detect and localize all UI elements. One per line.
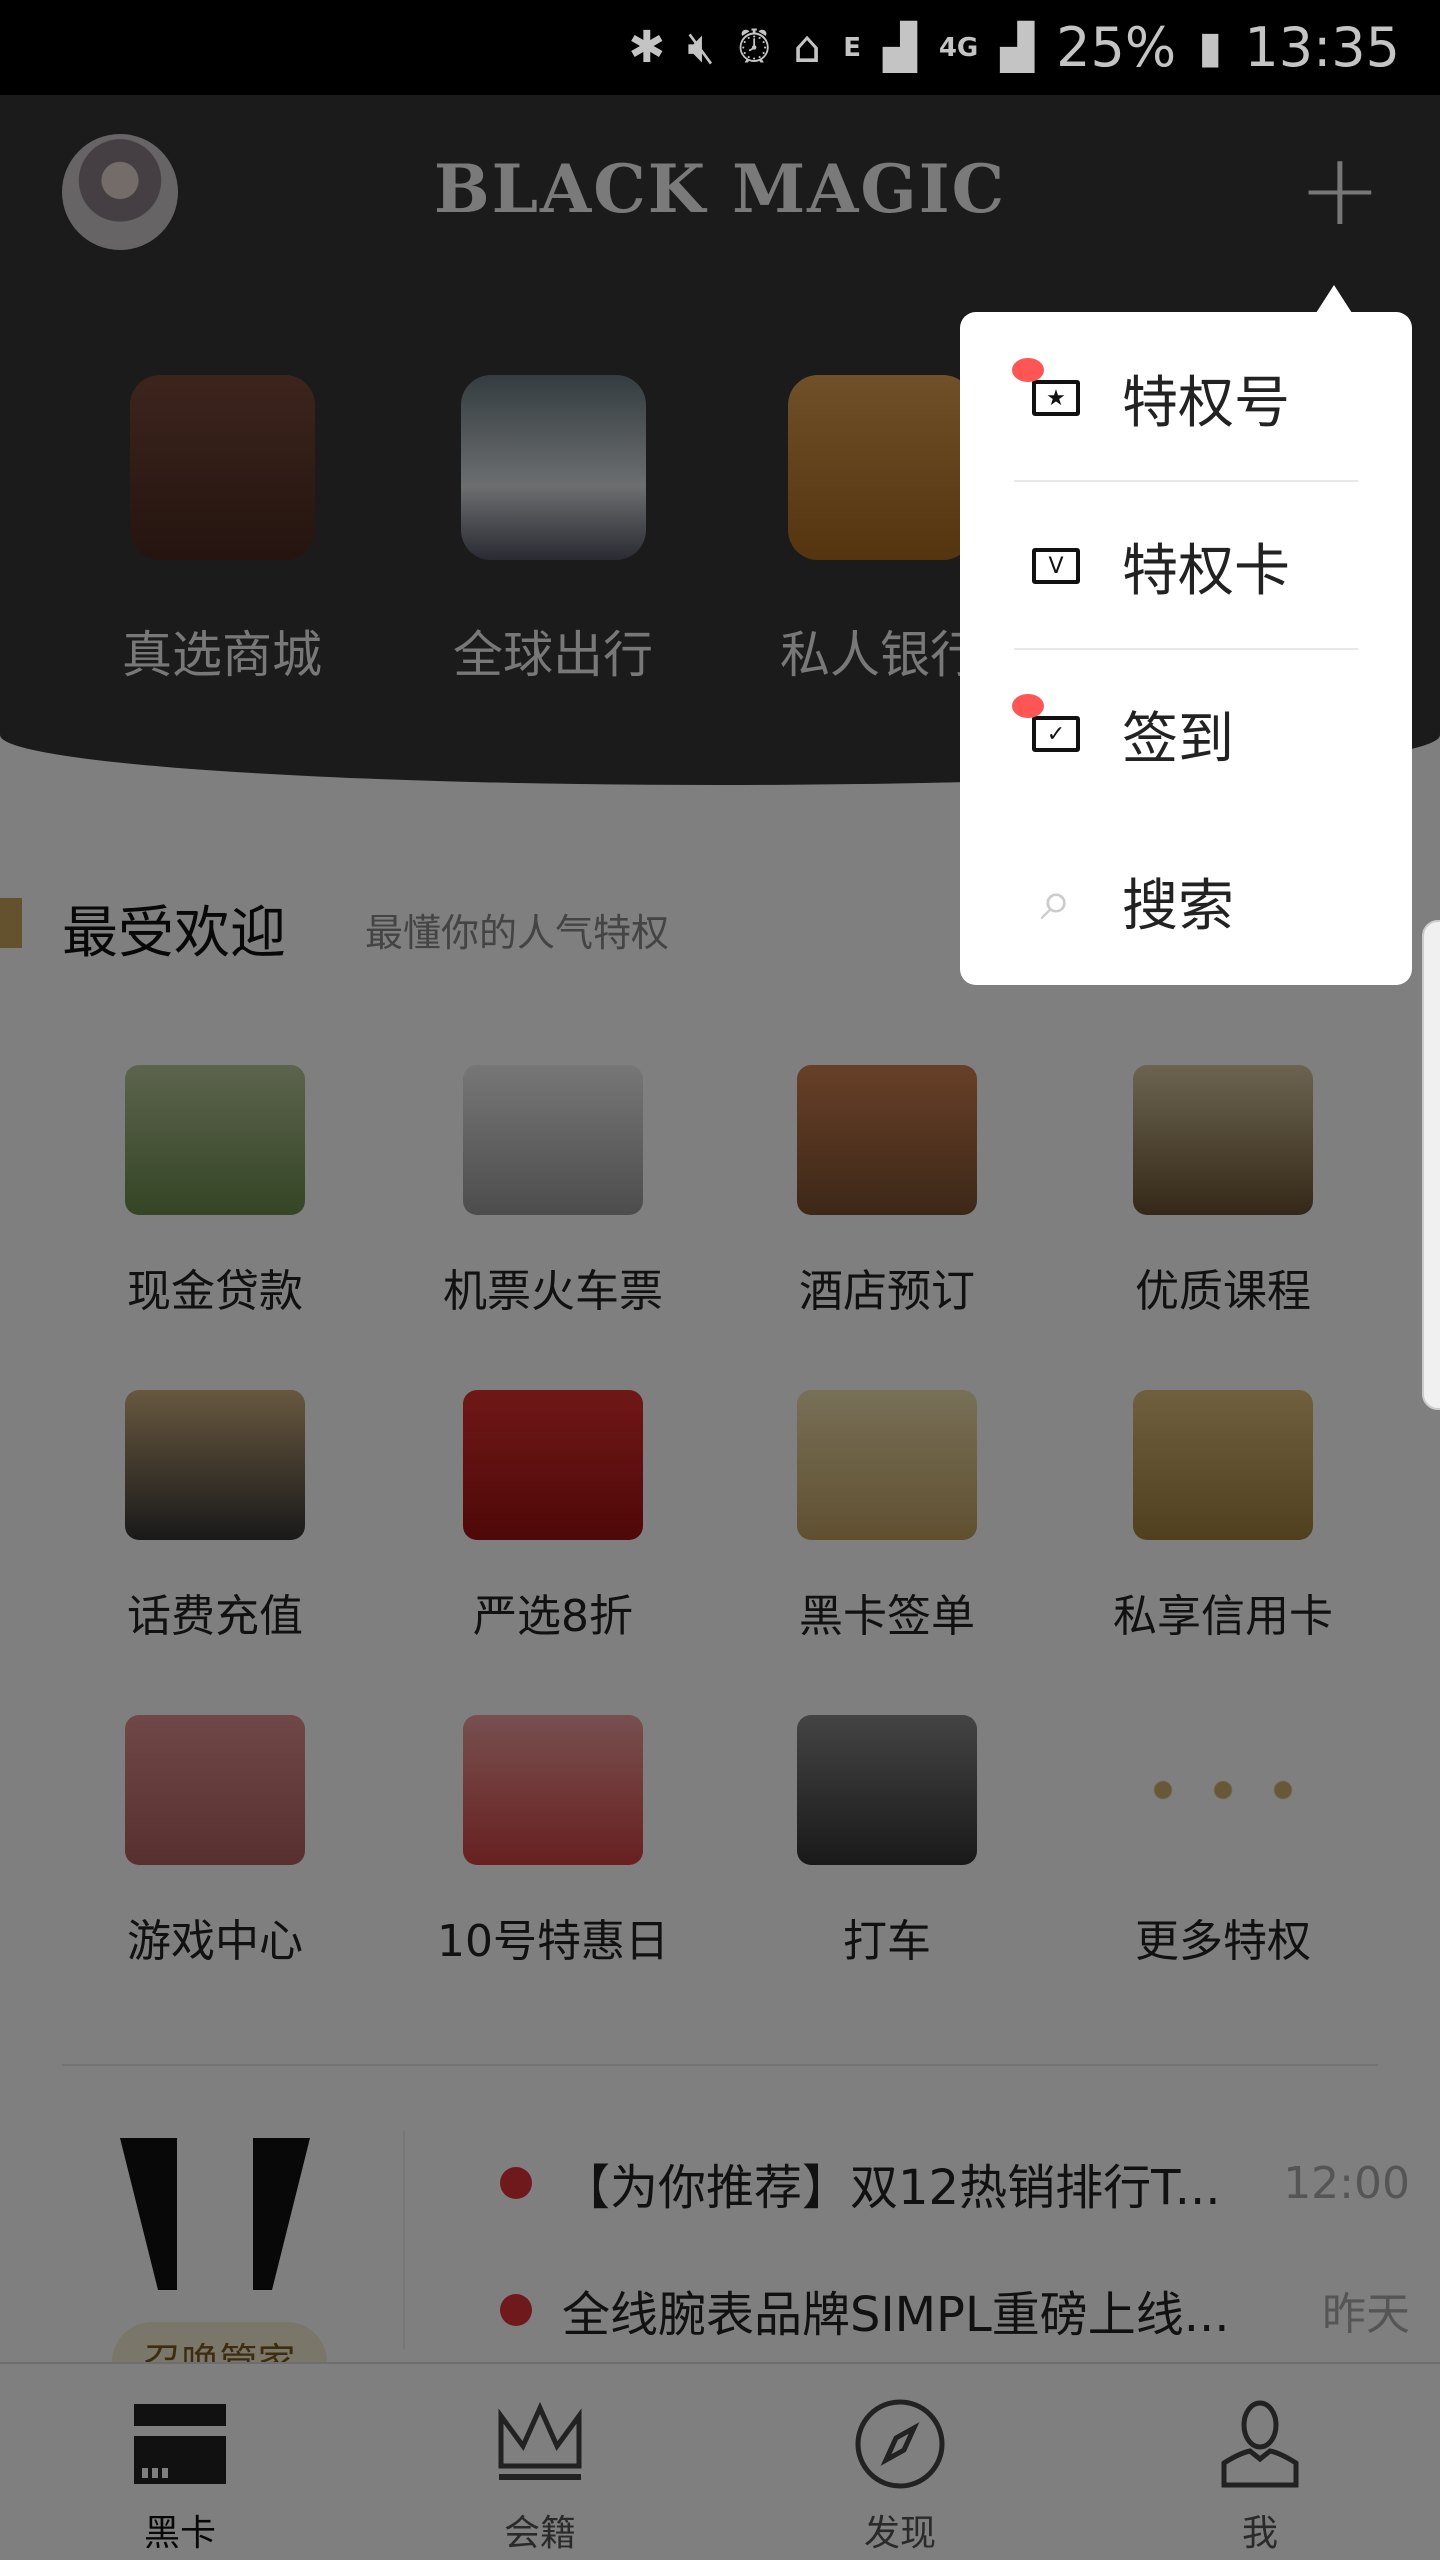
popup-menu: ★ 特权号 V 特权卡 ✓ 签到 ⌕ 搜索 (960, 312, 1412, 985)
network-type-e: E (843, 32, 861, 63)
signal-icon: ▟ (883, 22, 917, 73)
menu-item-check-in[interactable]: ✓ 签到 (960, 650, 1412, 818)
battery-percent: 25% (1056, 16, 1177, 79)
menu-arrow (1316, 285, 1352, 313)
menu-item-privilege-number[interactable]: ★ 特权号 (960, 314, 1412, 482)
checkbox-icon: ✓ (1032, 716, 1080, 752)
badge-dot (1012, 358, 1044, 382)
menu-item-label: 特权号 (1122, 370, 1290, 436)
vibrate-icon: 🔇︎ (687, 22, 715, 73)
battery-icon: ▮ (1198, 22, 1223, 73)
menu-item-label: 签到 (1122, 706, 1234, 772)
bluetooth-icon: ✱ (628, 22, 666, 73)
clock: 13:35 (1244, 16, 1400, 79)
search-icon: ⌕ (1040, 868, 1072, 933)
sim-icon: ⌂ (793, 22, 822, 73)
menu-item-label: 特权卡 (1122, 538, 1290, 604)
edge-panel-handle[interactable] (1422, 920, 1440, 1410)
alarm-icon: ⏰︎ (736, 22, 772, 73)
star-card-icon: ★ (1032, 380, 1080, 416)
menu-item-privilege-card[interactable]: V 特权卡 (960, 482, 1412, 650)
badge-dot (1012, 694, 1044, 718)
menu-item-label: 搜索 (1122, 873, 1234, 939)
status-bar: ✱ 🔇︎ ⏰︎ ⌂ E ▟ 4G ▟ 25% ▮ 13:35 (0, 0, 1440, 95)
menu-item-search[interactable]: ⌕ 搜索 (960, 817, 1412, 985)
signal-icon-2: ▟ (1000, 22, 1035, 73)
network-type-4g: 4G (938, 32, 979, 63)
v-card-icon: V (1032, 548, 1080, 584)
